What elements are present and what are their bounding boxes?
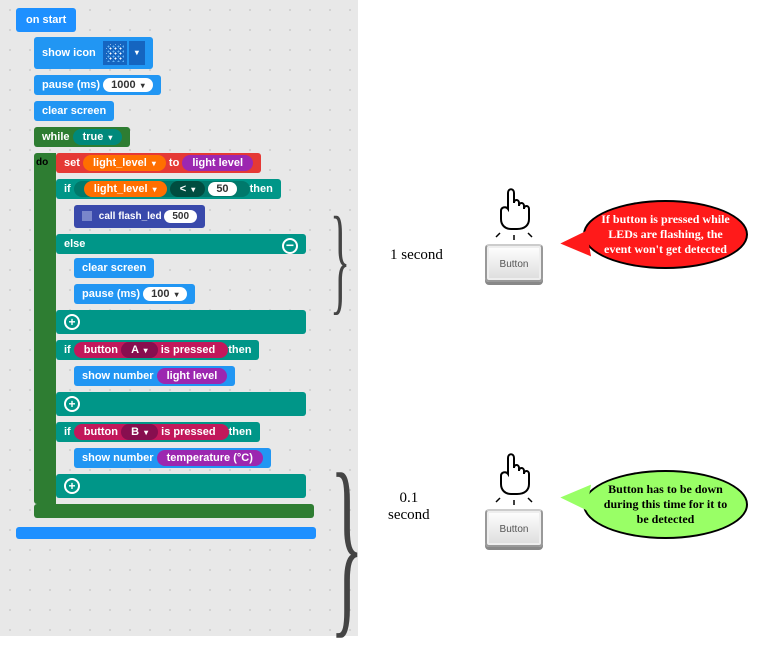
set-label: set xyxy=(64,157,80,169)
while-label: while xyxy=(42,131,70,143)
then-label: then xyxy=(250,183,273,195)
chevron-down-icon: ▾ xyxy=(152,159,156,168)
pause-label: pause (ms) xyxy=(42,79,100,91)
then-label: then xyxy=(229,426,252,438)
led-pattern-icon[interactable] xyxy=(103,41,127,65)
chevron-down-icon: ▾ xyxy=(141,81,145,90)
if-label: if xyxy=(64,426,71,438)
if-button-a-block[interactable]: if button A ▾ is pressed then xyxy=(56,340,259,360)
on-start-block[interactable]: on start xyxy=(16,8,76,32)
if-label: if xyxy=(64,183,71,195)
plus-icon[interactable]: + xyxy=(64,478,80,494)
pause-block[interactable]: pause (ms) 1000 ▾ xyxy=(34,75,161,95)
button-b-pressed[interactable]: button B ▾ is pressed xyxy=(74,424,229,440)
speech-bubble-warning: If button is pressed while LEDs are flas… xyxy=(583,200,748,269)
if-label: if xyxy=(64,344,71,356)
pause-value-dropdown[interactable]: 100 ▾ xyxy=(143,287,186,301)
call-label: call flash_led xyxy=(99,211,162,222)
temperature-value[interactable]: temperature (°C) xyxy=(157,450,263,466)
if-footer[interactable]: + xyxy=(56,474,306,498)
show-number-block[interactable]: show number light level xyxy=(74,366,235,386)
while-block[interactable]: while true ▾ xyxy=(34,127,130,147)
chevron-down-icon[interactable]: ▾ xyxy=(129,41,145,65)
button-illustration: Button xyxy=(478,185,550,282)
annotation-panel: } 1 second Button If button is pressed w… xyxy=(358,0,757,636)
hand-press-icon xyxy=(478,185,550,241)
plus-icon[interactable]: + xyxy=(64,396,80,412)
speech-tail xyxy=(559,480,591,510)
chevron-down-icon: ▾ xyxy=(153,185,157,194)
speech-text: If button is pressed while LEDs are flas… xyxy=(601,212,729,256)
button-illustration: Button xyxy=(478,450,550,547)
show-icon-label: show icon xyxy=(42,47,96,59)
else-block[interactable]: else − xyxy=(56,234,306,254)
threshold-value[interactable]: 50 xyxy=(208,182,236,196)
chevron-down-icon: ▾ xyxy=(175,290,179,299)
while-footer xyxy=(34,504,314,518)
button-key: Button xyxy=(485,509,543,547)
button-key: Button xyxy=(485,244,543,282)
to-label: to xyxy=(169,157,179,169)
light-level-value[interactable]: light level xyxy=(157,368,228,384)
button-selector[interactable]: B ▾ xyxy=(121,424,158,440)
else-label: else xyxy=(64,238,85,250)
call-function-block[interactable]: call flash_led 500 xyxy=(74,205,205,228)
show-number-label: show number xyxy=(82,370,154,382)
clear-screen-block[interactable]: clear screen xyxy=(34,101,114,121)
button-selector[interactable]: A ▾ xyxy=(121,342,158,358)
show-number-block[interactable]: show number temperature (°C) xyxy=(74,448,271,468)
pause-block[interactable]: pause (ms) 100 ▾ xyxy=(74,284,195,304)
variable-ref[interactable]: light_level ▾ xyxy=(84,181,167,197)
do-sidebar: do xyxy=(34,153,56,504)
if-footer[interactable]: + xyxy=(56,392,306,416)
set-variable-block[interactable]: set light_level ▾ to light level xyxy=(56,153,261,173)
operator-dropdown[interactable]: < ▾ xyxy=(170,181,206,197)
speech-text: Button has to be down during this time f… xyxy=(604,482,727,526)
comparison-block[interactable]: light_level ▾ < ▾ 50 xyxy=(74,181,250,197)
variable-dropdown[interactable]: light_level ▾ xyxy=(83,155,166,171)
minus-icon[interactable]: − xyxy=(282,238,298,254)
brace-icon: } xyxy=(330,430,364,659)
speech-bubble-info: Button has to be down during this time f… xyxy=(583,470,748,539)
clear-screen-block[interactable]: clear screen xyxy=(74,258,154,278)
if-footer[interactable]: + xyxy=(56,310,306,334)
brace-icon: } xyxy=(330,190,350,328)
if-button-b-block[interactable]: if button B ▾ is pressed then xyxy=(56,422,260,442)
show-number-label: show number xyxy=(82,452,154,464)
chevron-down-icon: ▾ xyxy=(144,346,148,355)
function-arg[interactable]: 500 xyxy=(164,210,197,223)
light-level-input[interactable]: light level xyxy=(182,155,253,171)
speech-tail xyxy=(559,231,591,261)
pause-label: pause (ms) xyxy=(82,288,140,300)
plus-icon[interactable]: + xyxy=(64,314,80,330)
chevron-down-icon: ▾ xyxy=(144,428,148,437)
hand-press-icon xyxy=(478,450,550,506)
show-icon-block[interactable]: show icon ▾ xyxy=(34,37,153,69)
block-canvas: on start show icon ▾ pause (ms) 1000 ▾ c… xyxy=(0,0,358,636)
brace2-label: 0.1 second xyxy=(388,490,430,524)
brace1-label: 1 second xyxy=(390,247,443,264)
if-block[interactable]: if light_level ▾ < ▾ 50 then xyxy=(56,179,281,199)
pause-value-dropdown[interactable]: 1000 ▾ xyxy=(103,78,153,92)
true-dropdown[interactable]: true ▾ xyxy=(73,129,123,145)
on-start-footer xyxy=(16,527,316,539)
chevron-down-icon: ▾ xyxy=(191,185,195,194)
button-a-pressed[interactable]: button A ▾ is pressed xyxy=(74,342,228,358)
then-label: then xyxy=(228,344,251,356)
function-icon xyxy=(82,211,92,221)
chevron-down-icon: ▾ xyxy=(108,133,112,142)
